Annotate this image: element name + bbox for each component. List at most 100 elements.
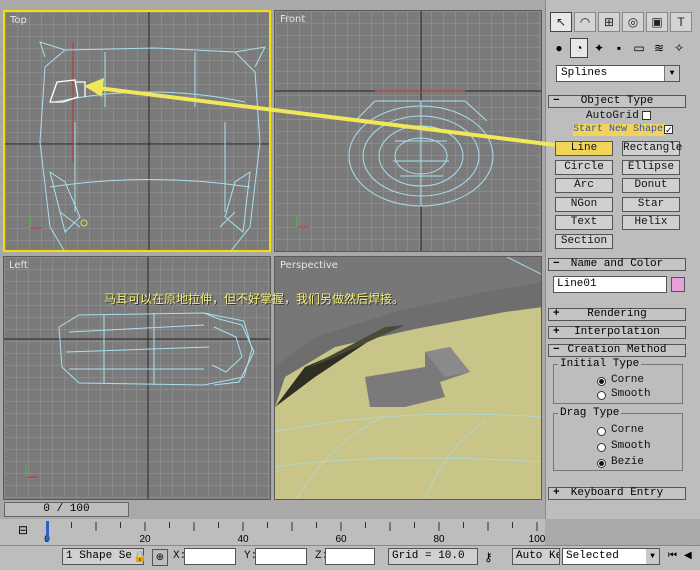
collapse-icon: − (553, 95, 560, 107)
rollout-title: Interpolation (574, 326, 660, 338)
rollout-title: Creation Method (567, 344, 667, 356)
shape-button-ngon[interactable]: NGon (555, 196, 613, 212)
shape-button-section[interactable]: Section (555, 233, 613, 249)
initial-type-smooth-radio[interactable] (597, 391, 606, 400)
absolute-mode-icon[interactable]: ⊕ (152, 549, 168, 566)
create-category-icons: ● ◔ ✦ ▪ ▭ ≋ ✧ (550, 38, 688, 58)
collapse-icon: − (553, 258, 560, 270)
annotation-caption: 马耳可以在原地拉伸，但不好掌握，我们另做然后焊接。 (104, 292, 405, 306)
rollout-title: Name and Color (570, 258, 664, 270)
rollout-object-type[interactable]: − Object Type (548, 95, 686, 108)
rollout-interpolation[interactable]: + Interpolation (548, 326, 686, 339)
current-frame-marker (46, 521, 49, 541)
lock-selection-icon[interactable]: 🔒 (133, 550, 147, 563)
rollout-title: Rendering (587, 308, 647, 320)
modify-tab-icon[interactable]: ◠ (574, 12, 596, 32)
autogrid-label: AutoGrid (586, 110, 639, 122)
time-slider-thumb[interactable]: 0 / 100 (4, 502, 129, 517)
chevron-down-icon[interactable]: ▼ (664, 66, 679, 81)
shape-button-text[interactable]: Text (555, 215, 613, 230)
rollout-name-and-color[interactable]: − Name and Color (548, 258, 686, 271)
viewport-front[interactable]: Front (274, 10, 542, 252)
initial-type-corner-radio[interactable] (597, 377, 606, 386)
display-tab-icon[interactable]: ▣ (646, 12, 668, 32)
expand-icon: + (553, 487, 560, 499)
previous-frame-icon[interactable]: ◀ (684, 550, 692, 561)
rollout-rendering[interactable]: + Rendering (548, 308, 686, 321)
utilities-tab-icon[interactable]: T (670, 12, 692, 32)
drag-type-smooth-label: Smooth (611, 440, 651, 452)
shape-button-star[interactable]: Star (622, 196, 680, 212)
viewport-label-perspective[interactable]: Perspective (280, 260, 338, 271)
axis-tripod-top (29, 216, 42, 229)
drag-type-title: Drag Type (558, 407, 622, 419)
shape-button-arc[interactable]: Arc (555, 178, 613, 193)
drag-type-bezier-radio[interactable] (597, 459, 606, 468)
frame-tick-label: 20 (139, 534, 151, 545)
expand-icon: + (553, 308, 560, 320)
drag-type-corner-label: Corne (611, 424, 645, 436)
initial-type-title: Initial Type (558, 358, 642, 370)
hierarchy-tab-icon[interactable]: ⊞ (598, 12, 620, 32)
category-dropdown-value: Splines (561, 67, 608, 79)
frame-tick-label: 40 (237, 534, 249, 545)
expand-icon: + (553, 326, 560, 338)
helpers-icon[interactable]: ▭ (630, 38, 648, 58)
y-coordinate-field[interactable] (255, 548, 307, 565)
track-bar[interactable]: ⊟ 020406080100 (0, 519, 545, 545)
rollout-title: Object Type (580, 95, 654, 107)
key-icon[interactable]: ⚷ (484, 550, 493, 564)
time-slider-track[interactable]: 0 / 100 (0, 500, 545, 520)
auto-key-button[interactable]: Auto Key (512, 548, 560, 565)
start-new-shape-label: Start New Shape (573, 124, 665, 136)
axis-tripod-left (25, 465, 38, 478)
start-new-shape-checkbox[interactable]: ✓ (664, 125, 673, 135)
viewport-top[interactable]: Top (3, 10, 271, 252)
selection-set-value: Selected (566, 550, 619, 562)
frame-tick-label: 100 (529, 534, 545, 545)
rollout-keyboard-entry[interactable]: + Keyboard Entry (548, 487, 686, 500)
rollout-creation-method[interactable]: − Creation Method (548, 344, 686, 357)
drag-type-bezier-label: Bezie (611, 456, 645, 468)
viewport-label-left[interactable]: Left (9, 260, 28, 271)
z-coordinate-field[interactable] (325, 548, 375, 565)
initial-type-corner-label: Corne (611, 374, 645, 386)
create-tab-icon[interactable]: ↖ (550, 12, 572, 32)
frame-tick-label: 60 (335, 534, 347, 545)
object-color-swatch[interactable] (671, 277, 685, 292)
shape-button-circle[interactable]: Circle (555, 159, 613, 175)
shape-button-helix[interactable]: Helix (622, 215, 680, 230)
systems-icon[interactable]: ✧ (670, 38, 688, 58)
shapes-icon[interactable]: ◔ (570, 38, 588, 58)
command-panel-tabs: ↖ ◠ ⊞ ◎ ▣ T (550, 12, 692, 32)
grid-size: Grid = 10.0 (388, 548, 478, 565)
initial-type-smooth-label: Smooth (611, 388, 651, 400)
drag-type-corner-radio[interactable] (597, 427, 606, 436)
category-dropdown[interactable]: Splines ▼ (556, 65, 680, 82)
drag-type-smooth-radio[interactable] (597, 443, 606, 452)
selection-count: 1 Shape Se (62, 548, 144, 565)
viewport-label-top[interactable]: Top (10, 15, 27, 26)
status-bar: 1 Shape Se 🔒 ⊕ X: Y: Z: Grid = 10.0 ⚷ Au… (0, 545, 700, 570)
selection-set-dropdown[interactable]: Selected ▼ (562, 548, 660, 565)
viewport-label-front[interactable]: Front (280, 14, 305, 25)
collapse-icon: − (553, 344, 560, 356)
motion-tab-icon[interactable]: ◎ (622, 12, 644, 32)
rollout-title: Keyboard Entry (570, 487, 664, 499)
geometry-icon[interactable]: ● (550, 38, 568, 58)
shape-button-line[interactable]: Line (555, 141, 613, 156)
lights-icon[interactable]: ✦ (590, 38, 608, 58)
autogrid-checkbox[interactable] (642, 111, 651, 120)
space-warps-icon[interactable]: ≋ (650, 38, 668, 58)
frame-tick-label: 80 (433, 534, 445, 545)
chevron-down-icon[interactable]: ▼ (646, 549, 659, 564)
shape-button-donut[interactable]: Donut (622, 178, 680, 193)
go-to-start-icon[interactable]: ⏮ (668, 550, 677, 561)
x-coordinate-field[interactable] (184, 548, 236, 565)
axis-tripod-front (296, 215, 309, 228)
shape-button-rectangle[interactable]: Rectangle (622, 141, 682, 156)
cameras-icon[interactable]: ▪ (610, 38, 628, 58)
top-wireframe (5, 12, 269, 250)
shape-button-ellipse[interactable]: Ellipse (622, 159, 680, 175)
object-name-field[interactable]: Line01 (553, 276, 667, 293)
